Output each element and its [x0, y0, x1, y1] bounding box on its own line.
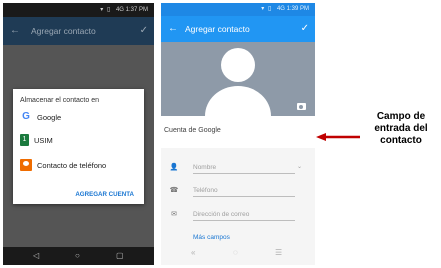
phone-contact-icon	[20, 159, 32, 172]
signal-icon: ▾ ▯	[261, 6, 273, 12]
account-label[interactable]: Cuenta de Google	[161, 116, 315, 148]
status-bar: ▾ ▯ 4G 1:37 PM	[3, 3, 154, 17]
right-phone-screen: ▾ ▯ 4G 1:39 PM ← Agregar contacto ✓ Cuen…	[161, 3, 315, 265]
phone-icon: ☎	[169, 187, 179, 194]
chevron-down-icon[interactable]: ⌄	[297, 163, 302, 170]
annotation-line: Campo de	[376, 111, 426, 122]
avatar-head	[221, 48, 255, 82]
annotation-line: entrada del	[374, 123, 428, 134]
check-icon[interactable]: ✓	[140, 17, 148, 45]
add-account-button[interactable]: AGREGAR CUENTA	[75, 191, 134, 198]
back-nav-icon[interactable]: «	[191, 248, 195, 257]
storage-dialog: Almacenar el contacto en G Google 1 USIM C…	[13, 89, 144, 204]
app-bar-title: Agregar contacto	[185, 24, 250, 34]
save-check-icon[interactable]: ✓	[301, 16, 309, 42]
contact-photo-area[interactable]	[161, 42, 315, 116]
home-nav-icon[interactable]: ◌	[233, 248, 238, 257]
email-row: ✉	[169, 209, 309, 223]
name-row: 👤 ⌄	[169, 162, 309, 176]
option-label: USIM	[34, 136, 53, 145]
status-bar: ▾ ▯ 4G 1:39 PM	[161, 3, 315, 16]
nav-bar: ◁ ○ ▢	[3, 247, 154, 265]
name-field[interactable]	[193, 162, 295, 174]
recents-nav-icon[interactable]: ☰	[275, 248, 282, 257]
annotation-arrow-icon	[316, 133, 360, 141]
app-bar: ← Agregar contacto ✓	[161, 16, 315, 42]
option-phone-contact[interactable]: Contacto de teléfono	[20, 159, 106, 173]
back-nav-icon[interactable]: ◁	[33, 251, 39, 260]
app-bar: ← Agregar contacto ✓	[3, 17, 154, 45]
network-label: 4G	[115, 7, 124, 13]
phone-field[interactable]	[193, 185, 295, 197]
back-arrow-icon[interactable]: ←	[168, 16, 178, 42]
google-icon: G	[22, 111, 30, 123]
person-icon: 👤	[169, 164, 179, 171]
avatar-body	[205, 86, 271, 116]
network-label: 4G	[276, 6, 285, 12]
back-arrow-icon[interactable]: ←	[10, 17, 20, 45]
annotation-label: Campo de entrada del contacto	[362, 111, 440, 147]
contact-entry-form: 👤 ⌄ ☎ ✉ Más campos	[161, 148, 315, 242]
nav-bar: « ◌ ☰	[161, 242, 315, 265]
left-phone-screen: ▾ ▯ 4G 1:37 PM ← Agregar contacto ✓ Alma…	[3, 3, 154, 265]
recents-nav-icon[interactable]: ▢	[116, 251, 124, 260]
annotation-line: contacto	[380, 135, 422, 146]
option-label: Contacto de teléfono	[37, 161, 107, 170]
option-usim[interactable]: 1 USIM	[20, 134, 53, 148]
email-field[interactable]	[193, 209, 295, 221]
signal-icon: ▾ ▯	[100, 7, 112, 13]
camera-icon[interactable]	[297, 103, 306, 110]
more-fields-link[interactable]: Más campos	[193, 234, 230, 241]
option-label: Google	[37, 113, 62, 122]
dialog-title: Almacenar el contacto en	[20, 97, 99, 104]
phone-row: ☎	[169, 185, 309, 199]
option-google[interactable]: G Google	[20, 111, 61, 125]
sim-icon: 1	[20, 134, 29, 147]
status-time: 1:37 PM	[125, 7, 148, 13]
home-nav-icon[interactable]: ○	[75, 251, 80, 260]
app-bar-title: Agregar contacto	[31, 26, 96, 36]
status-time: 1:39 PM	[286, 6, 309, 12]
email-icon: ✉	[171, 211, 177, 218]
